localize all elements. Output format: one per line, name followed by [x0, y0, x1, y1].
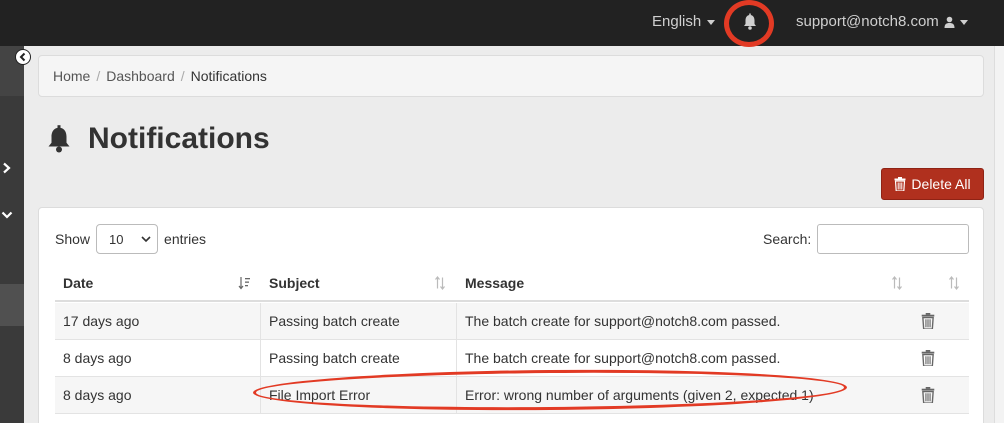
- search-input[interactable]: [817, 224, 970, 254]
- breadcrumb-home[interactable]: Home: [53, 68, 90, 84]
- entries-select[interactable]: 10: [96, 224, 159, 254]
- chevron-down-icon: [141, 236, 151, 243]
- sort-descending-icon[interactable]: [238, 276, 250, 290]
- search-label: Search:: [763, 231, 812, 247]
- trash-icon: [894, 177, 906, 191]
- user-icon: [944, 16, 955, 28]
- trash-icon[interactable]: [921, 387, 935, 403]
- entries-control: Show 10 entries: [55, 224, 206, 254]
- chevron-right-icon[interactable]: [1, 162, 13, 174]
- caret-down-icon: [707, 20, 716, 25]
- cell-message: The batch create for support@notch8.com …: [465, 313, 781, 329]
- notifications-table: Date Subject Message 17 days ago Passing…: [55, 264, 969, 414]
- page-heading: Notifications: [88, 122, 270, 155]
- show-label: Show: [55, 231, 91, 247]
- table-row[interactable]: 17 days ago Passing batch create The bat…: [55, 303, 969, 340]
- cell-message: The batch create for support@notch8.com …: [465, 350, 781, 366]
- delete-all-label: Delete All: [911, 176, 971, 192]
- sort-icon[interactable]: [434, 276, 446, 290]
- header-date[interactable]: Date: [63, 275, 93, 291]
- cell-subject: Passing batch create: [269, 350, 400, 366]
- language-dropdown[interactable]: English: [652, 13, 716, 30]
- column-divider: [260, 303, 261, 339]
- user-dropdown[interactable]: support@notch8.com: [796, 13, 968, 30]
- cell-message: Error: wrong number of arguments (given …: [465, 387, 814, 403]
- top-navbar: English support@notch8.com: [0, 0, 1004, 47]
- column-divider: [260, 340, 261, 376]
- sidebar: [0, 46, 24, 423]
- table-row[interactable]: 8 days ago File Import Error Error: wron…: [55, 377, 969, 414]
- cell-date: 17 days ago: [63, 313, 140, 329]
- header-subject[interactable]: Subject: [269, 275, 320, 291]
- trash-icon[interactable]: [921, 313, 935, 329]
- column-divider: [260, 377, 261, 413]
- column-divider: [456, 377, 457, 413]
- delete-all-button[interactable]: Delete All: [881, 168, 984, 200]
- table-row[interactable]: 8 days ago Passing batch create The batc…: [55, 340, 969, 377]
- sort-icon[interactable]: [891, 276, 903, 290]
- column-divider: [456, 340, 457, 376]
- breadcrumb-separator: /: [96, 68, 101, 84]
- right-scrollbar[interactable]: [994, 46, 1004, 423]
- language-label: English: [652, 13, 702, 30]
- entries-label: entries: [164, 231, 207, 247]
- entries-value: 10: [109, 231, 124, 247]
- breadcrumb-dashboard[interactable]: Dashboard: [106, 68, 175, 84]
- bell-icon[interactable]: [740, 12, 760, 32]
- table-header: Date Subject Message: [55, 264, 969, 302]
- column-divider: [456, 303, 457, 339]
- trash-icon[interactable]: [921, 350, 935, 366]
- header-message[interactable]: Message: [465, 275, 524, 291]
- chevron-down-icon[interactable]: [1, 209, 13, 221]
- caret-down-icon: [959, 20, 968, 25]
- cell-subject: File Import Error: [269, 387, 371, 403]
- notifications-panel: Show 10 entries Search: Date Subject Mes…: [38, 207, 984, 423]
- search-control: Search:: [763, 224, 970, 254]
- breadcrumb-current: Notifications: [190, 68, 267, 84]
- sidebar-collapse-button[interactable]: [15, 49, 31, 65]
- breadcrumb: Home / Dashboard / Notifications: [38, 55, 984, 97]
- sidebar-item-active[interactable]: [0, 284, 24, 326]
- user-email: support@notch8.com: [796, 13, 939, 30]
- page-title: Notifications: [44, 122, 270, 156]
- cell-date: 8 days ago: [63, 387, 132, 403]
- bell-icon: [48, 125, 70, 153]
- cell-subject: Passing batch create: [269, 313, 400, 329]
- breadcrumb-separator: /: [180, 68, 185, 84]
- cell-date: 8 days ago: [63, 350, 132, 366]
- sort-icon[interactable]: [948, 276, 960, 290]
- chevron-left-icon: [19, 52, 26, 62]
